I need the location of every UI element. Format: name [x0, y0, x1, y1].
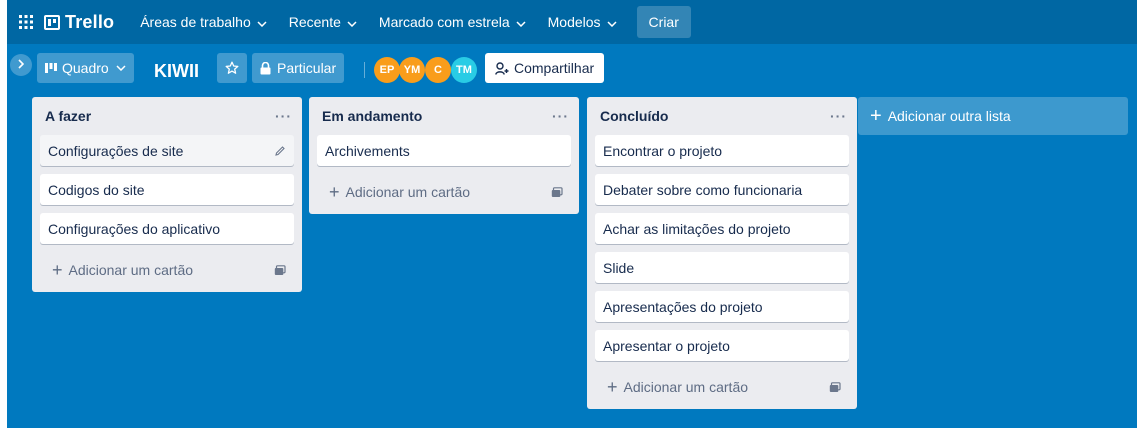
list-title[interactable]: A fazer [45, 108, 91, 124]
left-edge [0, 0, 7, 428]
card[interactable]: Apresentar o projeto [595, 330, 849, 361]
card-title: Apresentações do projeto [603, 298, 763, 315]
nav-templates-label: Modelos [547, 14, 601, 30]
logo-text: Trello [65, 11, 115, 32]
list-title[interactable]: Concluído [600, 108, 668, 124]
card[interactable]: Encontrar o projeto [595, 135, 849, 166]
more-icon[interactable]: ··· [552, 108, 569, 124]
board-view-label: Quadro [62, 60, 109, 76]
card[interactable]: Configurações do aplicativo [40, 213, 294, 244]
member-avatar[interactable]: TM [451, 57, 477, 83]
plus-icon: + [52, 260, 63, 280]
add-card-button[interactable]: + Adicionar um cartão [40, 252, 294, 288]
list-header: Concluído ··· [587, 97, 857, 135]
avatar-initials: YM [403, 64, 421, 76]
expand-sidebar-button[interactable] [10, 54, 32, 76]
card[interactable]: Slide [595, 252, 849, 283]
list-header: Em andamento ··· [309, 97, 579, 135]
nav-workspaces-label: Áreas de trabalho [140, 14, 251, 30]
list-em-andamento: Em andamento ··· Archivements + Adiciona… [309, 97, 579, 214]
nav-starred-label: Marcado com estrela [378, 14, 510, 30]
add-card-button[interactable]: + Adicionar um cartão [317, 174, 571, 210]
more-icon[interactable]: ··· [275, 108, 292, 124]
card[interactable]: Achar as limitações do projeto [595, 213, 849, 244]
nav-starred[interactable]: Marcado com estrela [371, 6, 534, 38]
card[interactable]: Apresentações do projeto [595, 291, 849, 322]
chevron-down-icon [347, 14, 357, 30]
list-header: A fazer ··· [32, 97, 302, 135]
pencil-icon[interactable] [274, 145, 286, 157]
card-title: Debater sobre como funcionaria [603, 181, 803, 198]
create-button[interactable]: Criar [636, 6, 691, 38]
plus-icon: + [870, 105, 882, 127]
lock-icon [260, 61, 271, 75]
visibility-button[interactable]: Particular [252, 53, 345, 83]
card-title: Achar as limitações do projeto [603, 220, 791, 237]
chevron-right-icon [18, 56, 25, 74]
card-title: Slide [603, 259, 635, 276]
nav-recent[interactable]: Recente [281, 6, 365, 38]
card-title: Apresentar o projeto [603, 337, 730, 354]
board-view-switcher[interactable]: Quadro [37, 53, 134, 83]
add-member-icon [495, 61, 509, 75]
more-icon[interactable]: ··· [830, 108, 847, 124]
chevron-down-icon [257, 14, 267, 30]
plus-icon: + [607, 377, 618, 397]
top-navbar: Trello Áreas de trabalho Recente Marcado… [7, 0, 1137, 44]
member-avatar[interactable]: YM [399, 57, 425, 83]
add-card-button[interactable]: + Adicionar um cartão [595, 369, 849, 405]
card[interactable]: Configurações de site [40, 135, 294, 166]
card-title: Codigos do site [48, 181, 145, 198]
add-card-label: Adicionar um cartão [345, 184, 471, 200]
share-label: Compartilhar [514, 60, 595, 76]
list-concluido: Concluído ··· Encontrar o projeto Debate… [587, 97, 857, 409]
card[interactable]: Codigos do site [40, 174, 294, 205]
apps-grid-icon[interactable] [12, 6, 40, 38]
trello-logo[interactable]: Trello [44, 12, 114, 33]
nav-recent-label: Recente [288, 14, 341, 30]
avatar-initials: C [434, 64, 442, 76]
chevron-down-icon [116, 65, 126, 71]
board-view-icon [45, 63, 57, 73]
card-title: Archivements [325, 142, 410, 159]
board-title[interactable]: KIWII [154, 61, 199, 82]
plus-icon: + [329, 182, 340, 202]
template-card-icon[interactable] [274, 264, 286, 276]
add-list-button[interactable]: + Adicionar outra lista [858, 97, 1128, 135]
template-card-icon[interactable] [551, 186, 563, 198]
list-a-fazer: A fazer ··· Configurações de site Codigo… [32, 97, 302, 292]
star-icon [225, 61, 239, 75]
list-title[interactable]: Em andamento [322, 108, 422, 124]
add-list-label: Adicionar outra lista [887, 108, 1011, 124]
header-divider [364, 62, 365, 78]
nav-templates[interactable]: Modelos [540, 6, 625, 38]
star-board-button[interactable] [217, 53, 247, 83]
card-title: Configurações do aplicativo [48, 220, 220, 237]
visibility-label: Particular [277, 60, 337, 76]
avatar-initials: EP [379, 64, 395, 76]
chevron-down-icon [607, 14, 617, 30]
template-card-icon[interactable] [829, 381, 841, 393]
member-avatar[interactable]: C [425, 57, 451, 83]
add-card-label: Adicionar um cartão [623, 379, 749, 395]
chevron-down-icon [516, 14, 526, 30]
card[interactable]: Archivements [317, 135, 571, 166]
card-title: Configurações de site [48, 142, 184, 159]
card[interactable]: Debater sobre como funcionaria [595, 174, 849, 205]
member-avatar[interactable]: EP [374, 57, 400, 83]
share-button[interactable]: Compartilhar [485, 53, 605, 83]
nav-workspaces[interactable]: Áreas de trabalho [132, 6, 275, 38]
trello-board-icon [44, 14, 60, 30]
avatar-initials: TM [456, 64, 472, 76]
card-title: Encontrar o projeto [603, 142, 723, 159]
board-header: Quadro KIWII Particular EP YM C TM Compa… [7, 44, 1137, 92]
add-card-label: Adicionar um cartão [68, 262, 194, 278]
